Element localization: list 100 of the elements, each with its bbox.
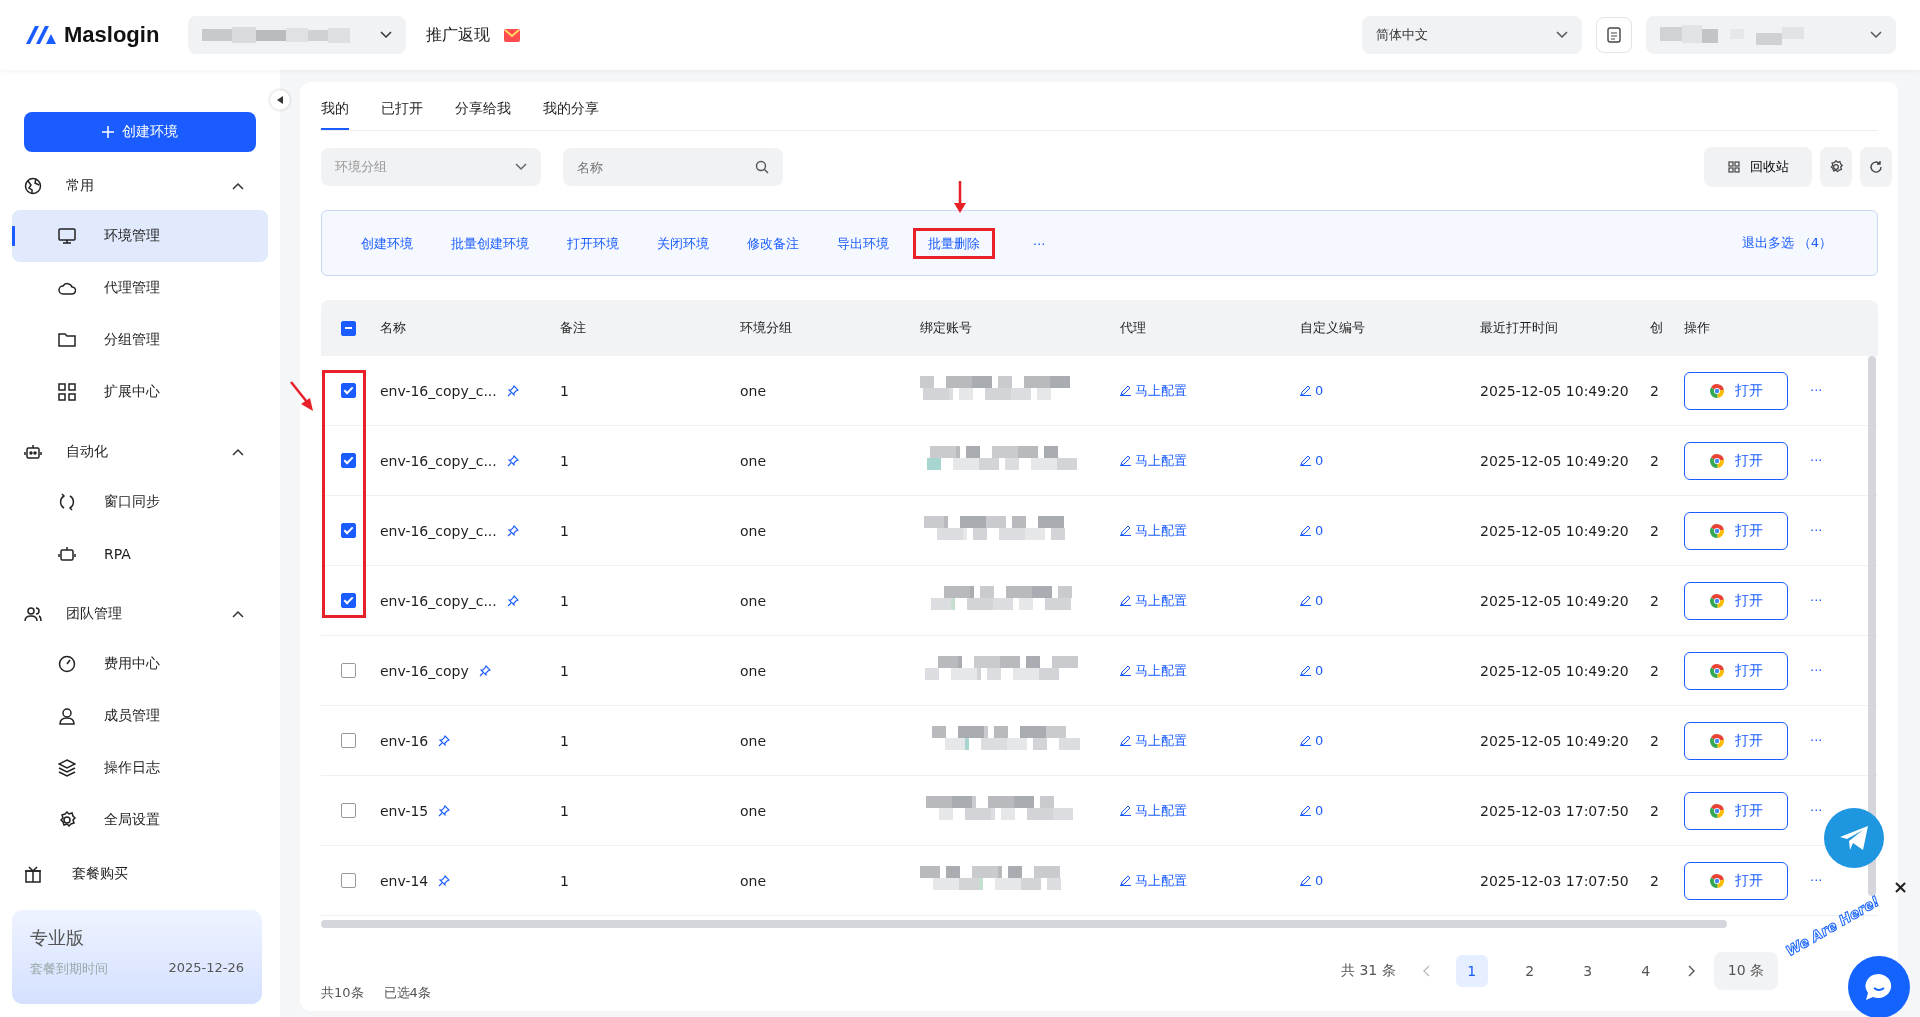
row-checkbox[interactable] bbox=[341, 733, 356, 748]
document-button[interactable] bbox=[1596, 17, 1632, 53]
custom-number-link[interactable]: 0 bbox=[1300, 662, 1324, 678]
close-widget-button[interactable]: × bbox=[1893, 876, 1909, 897]
sidebar-item[interactable]: 窗口同步 bbox=[12, 476, 268, 528]
row-checkbox[interactable] bbox=[341, 453, 356, 468]
batch-action-link[interactable]: 导出环境 bbox=[837, 236, 889, 251]
pin-icon[interactable] bbox=[438, 874, 451, 887]
logo-icon bbox=[24, 24, 58, 46]
row-checkbox[interactable] bbox=[341, 523, 356, 538]
row-checkbox[interactable] bbox=[341, 663, 356, 678]
sidebar-item[interactable]: 费用中心 bbox=[12, 638, 268, 690]
pin-icon[interactable] bbox=[506, 524, 519, 537]
open-browser-button[interactable]: 打开 bbox=[1684, 511, 1788, 550]
custom-number-link[interactable]: 0 bbox=[1300, 732, 1324, 748]
batch-action-link[interactable]: ··· bbox=[1033, 236, 1046, 252]
pin-icon[interactable] bbox=[506, 384, 519, 397]
custom-number-link[interactable]: 0 bbox=[1300, 802, 1324, 818]
batch-action-link[interactable]: 修改备注 bbox=[747, 236, 799, 251]
sidebar-item[interactable]: 环境管理 bbox=[12, 210, 268, 262]
configure-proxy-link[interactable]: 马上配置 bbox=[1120, 381, 1187, 400]
sidebar-item[interactable]: 代理管理 bbox=[12, 262, 268, 314]
total-count: 共 31 条 bbox=[1341, 962, 1396, 980]
exit-multiselect-link[interactable]: 退出多选 （4） bbox=[1741, 234, 1832, 252]
row-checkbox[interactable] bbox=[341, 383, 356, 398]
pin-icon[interactable] bbox=[438, 734, 451, 747]
menu-group-header[interactable]: 团队管理 bbox=[12, 590, 268, 638]
more-actions-button[interactable]: ··· bbox=[1810, 593, 1823, 608]
browser-icon bbox=[1709, 732, 1725, 749]
batch-action-link[interactable]: 创建环境 bbox=[361, 236, 413, 251]
next-page-icon[interactable] bbox=[1687, 965, 1696, 977]
pencil-icon bbox=[1120, 875, 1131, 886]
menu-group-header[interactable]: 常用 bbox=[12, 162, 268, 210]
configure-proxy-link[interactable]: 马上配置 bbox=[1120, 521, 1187, 540]
pin-icon[interactable] bbox=[478, 664, 491, 677]
configure-proxy-link[interactable]: 马上配置 bbox=[1120, 801, 1187, 820]
open-browser-button[interactable]: 打开 bbox=[1684, 861, 1788, 900]
configure-proxy-link[interactable]: 马上配置 bbox=[1120, 871, 1187, 890]
sidebar-item[interactable]: 成员管理 bbox=[12, 690, 268, 742]
open-browser-button[interactable]: 打开 bbox=[1684, 581, 1788, 620]
horizontal-scrollbar[interactable] bbox=[321, 920, 1727, 928]
more-actions-button[interactable]: ··· bbox=[1810, 803, 1823, 818]
batch-action-link[interactable]: 批量删除 bbox=[913, 228, 995, 259]
vertical-scrollbar[interactable] bbox=[1868, 356, 1876, 896]
configure-proxy-link[interactable]: 马上配置 bbox=[1120, 661, 1187, 680]
language-dropdown[interactable]: 简体中文 bbox=[1362, 16, 1582, 54]
tab[interactable]: 已打开 bbox=[381, 100, 423, 130]
pin-icon[interactable] bbox=[506, 454, 519, 467]
page-size-dropdown[interactable]: 10 条 bbox=[1713, 952, 1778, 990]
custom-number-link[interactable]: 0 bbox=[1300, 872, 1324, 888]
settings-button[interactable] bbox=[1820, 147, 1852, 187]
more-actions-button[interactable]: ··· bbox=[1810, 523, 1823, 538]
custom-number-link[interactable]: 0 bbox=[1300, 382, 1324, 398]
page-number[interactable]: 4 bbox=[1629, 955, 1662, 987]
row-checkbox[interactable] bbox=[341, 593, 356, 608]
batch-action-link[interactable]: 批量创建环境 bbox=[451, 236, 529, 251]
custom-number-link[interactable]: 0 bbox=[1300, 452, 1324, 468]
more-actions-button[interactable]: ··· bbox=[1810, 733, 1823, 748]
select-all-checkbox[interactable] bbox=[341, 320, 356, 336]
refresh-button[interactable] bbox=[1860, 147, 1892, 187]
recycle-bin-button[interactable]: 回收站 bbox=[1704, 147, 1812, 187]
open-browser-button[interactable]: 打开 bbox=[1684, 371, 1788, 410]
column-header: 最近打开时间 bbox=[1479, 319, 1559, 337]
open-browser-button[interactable]: 打开 bbox=[1684, 651, 1788, 690]
create-environment-button[interactable]: 创建环境 bbox=[24, 112, 256, 152]
batch-action-link[interactable]: 关闭环境 bbox=[657, 236, 709, 251]
pin-icon[interactable] bbox=[438, 804, 451, 817]
purchase-menu-item[interactable]: 套餐购买 bbox=[12, 850, 268, 898]
promo-link[interactable]: 推广返现 bbox=[426, 24, 490, 46]
menu-group-header[interactable]: 自动化 bbox=[12, 428, 268, 476]
configure-proxy-link[interactable]: 马上配置 bbox=[1120, 731, 1187, 750]
sidebar-item[interactable]: 全局设置 bbox=[12, 794, 268, 846]
row-checkbox[interactable] bbox=[341, 803, 356, 818]
more-actions-button[interactable]: ··· bbox=[1810, 663, 1823, 678]
tab[interactable]: 我的分享 bbox=[543, 100, 599, 130]
page-number[interactable]: 1 bbox=[1455, 955, 1488, 987]
sidebar-item[interactable]: 操作日志 bbox=[12, 742, 268, 794]
sidebar-item[interactable]: RPA bbox=[12, 528, 268, 580]
selected-count-text: 已选4条 bbox=[383, 984, 431, 1002]
pin-icon[interactable] bbox=[506, 594, 519, 607]
configure-proxy-link[interactable]: 马上配置 bbox=[1120, 591, 1187, 610]
configure-proxy-link[interactable]: 马上配置 bbox=[1120, 451, 1187, 470]
collapse-sidebar-button[interactable] bbox=[270, 90, 290, 110]
row-checkbox[interactable] bbox=[341, 873, 356, 888]
sidebar-item[interactable]: 扩展中心 bbox=[12, 366, 268, 418]
sidebar-item[interactable]: 分组管理 bbox=[12, 314, 268, 366]
open-browser-button[interactable]: 打开 bbox=[1684, 441, 1788, 480]
open-browser-button[interactable]: 打开 bbox=[1684, 721, 1788, 760]
name-search-field[interactable]: 名称 bbox=[563, 148, 783, 186]
tab[interactable]: 分享给我 bbox=[455, 100, 511, 130]
more-actions-button[interactable]: ··· bbox=[1810, 873, 1823, 888]
batch-action-link[interactable]: 打开环境 bbox=[567, 236, 619, 251]
custom-number-link[interactable]: 0 bbox=[1300, 592, 1324, 608]
page-number[interactable]: 3 bbox=[1571, 955, 1604, 987]
custom-number-link[interactable]: 0 bbox=[1300, 522, 1324, 538]
tab[interactable]: 我的 bbox=[321, 100, 349, 130]
page-number[interactable]: 2 bbox=[1513, 955, 1546, 987]
more-actions-button[interactable]: ··· bbox=[1810, 383, 1823, 398]
more-actions-button[interactable]: ··· bbox=[1810, 453, 1823, 468]
open-browser-button[interactable]: 打开 bbox=[1684, 791, 1788, 830]
